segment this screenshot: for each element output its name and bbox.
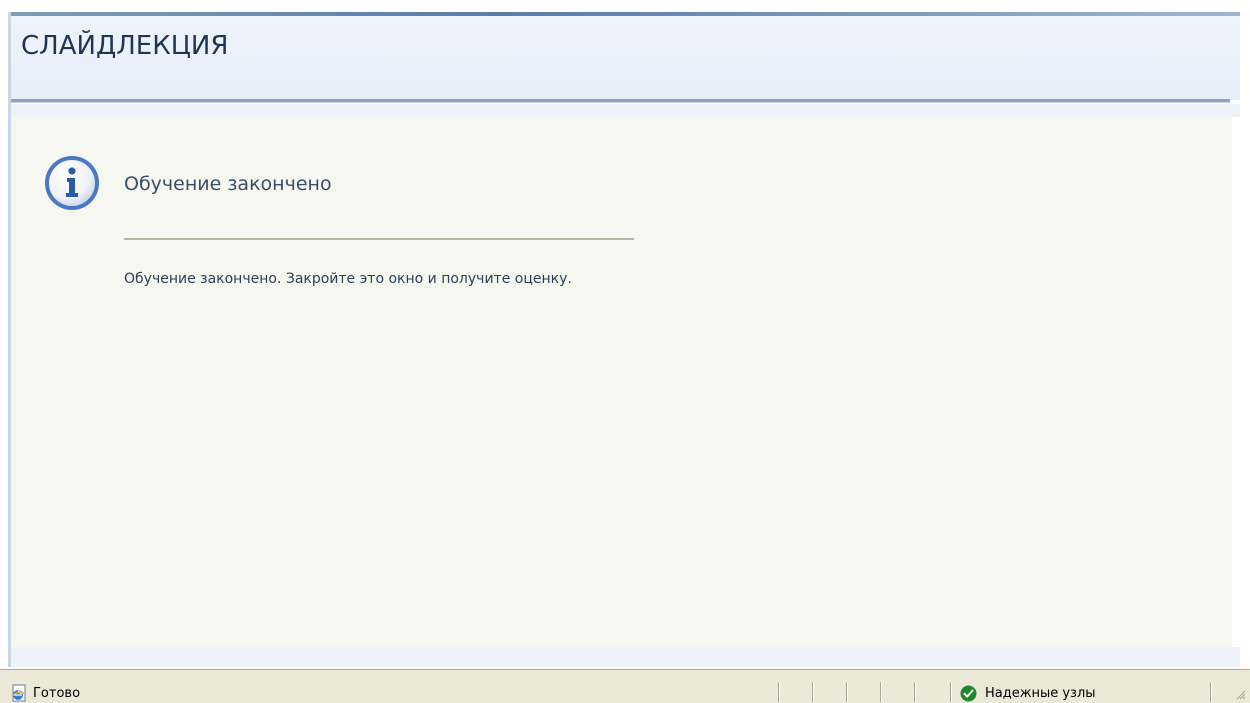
message-panel <box>11 117 1232 647</box>
header-gap <box>11 104 1240 117</box>
message-divider <box>124 238 634 240</box>
status-bar: Готово Надежные узлы <box>0 669 1250 703</box>
status-ready: Готово <box>10 683 80 703</box>
info-icon <box>45 156 99 210</box>
browser-window: СЛАЙДЛЕКЦИЯ Обучение закончено Обучение … <box>0 0 1250 703</box>
resize-grip-icon[interactable] <box>1236 690 1246 700</box>
message-title: Обучение закончено <box>124 173 332 195</box>
content-bottom-band <box>11 647 1240 667</box>
page-title: СЛАЙДЛЕКЦИЯ <box>21 31 229 61</box>
header-divider <box>11 99 1230 103</box>
security-zone-text: Надежные узлы <box>985 685 1096 701</box>
status-separator <box>1210 682 1212 702</box>
status-separator <box>812 682 814 702</box>
page-header: СЛАЙДЛЕКЦИЯ <box>11 16 1240 100</box>
ie-page-icon <box>11 684 26 702</box>
status-separator <box>914 682 916 702</box>
status-text: Готово <box>33 685 81 701</box>
security-zone[interactable]: Надежные узлы <box>960 683 1096 703</box>
green-check-icon <box>960 685 977 701</box>
message-body: Обучение закончено. Закройте это окно и … <box>124 271 572 287</box>
status-separator <box>778 682 780 702</box>
status-separator <box>880 682 882 702</box>
status-separator <box>846 682 848 702</box>
status-separator <box>950 682 952 702</box>
